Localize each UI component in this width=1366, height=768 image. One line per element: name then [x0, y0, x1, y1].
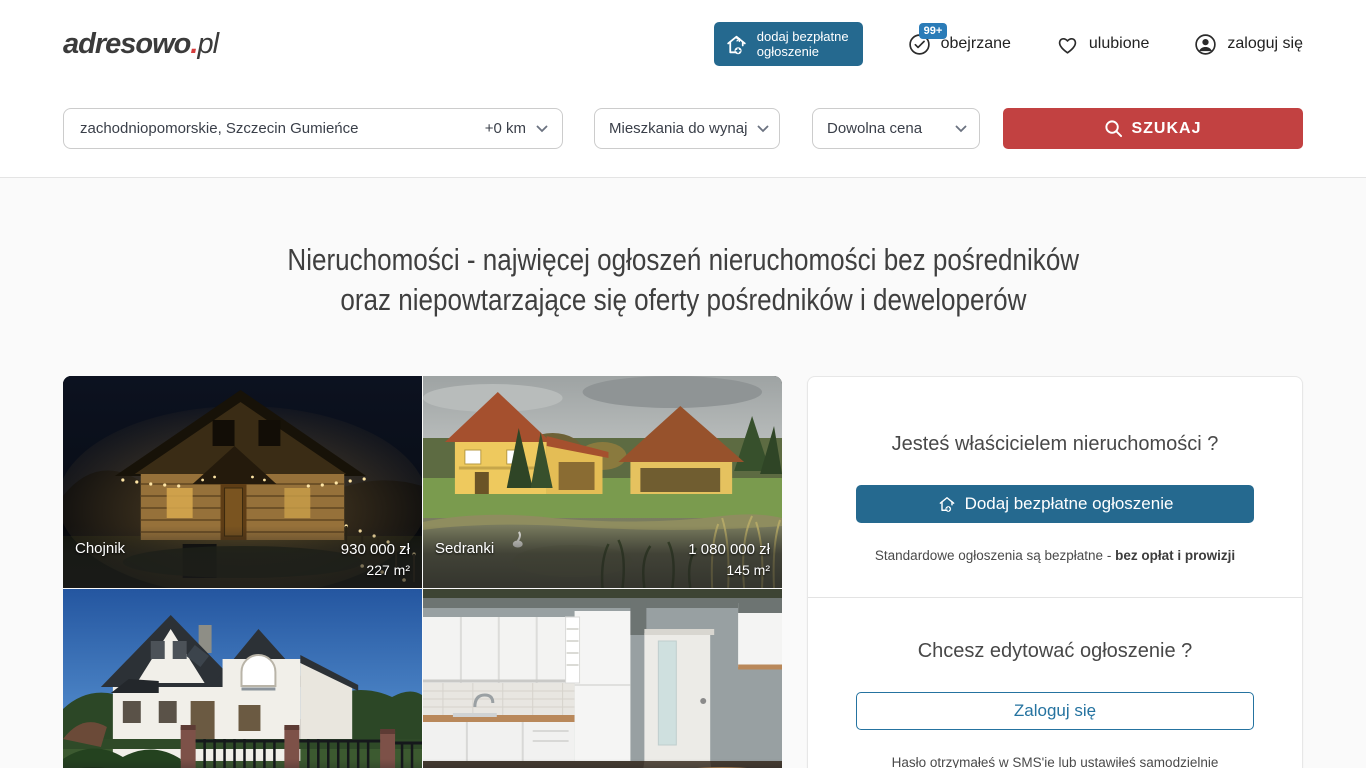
category-value: Mieszkania do wynajęc: [609, 120, 747, 137]
login-button-label: Zaloguj się: [1014, 701, 1096, 721]
add-free-listing-button[interactable]: Dodaj bezpłatne ogłoszenie: [856, 485, 1254, 523]
listing-price: 1 080 000 zł: [688, 540, 770, 560]
listing-caption: Zagacie Podskale, ul. 1 055 000 zł: [63, 759, 422, 768]
edit-heading: Chcesz edytować ogłoszenie ?: [856, 640, 1254, 663]
location-value: zachodniopomorskie, Szczecin Gumieńce: [80, 120, 477, 137]
listing-card[interactable]: Warszawa Wola, ul. 950 000 zł: [423, 589, 782, 768]
location-field[interactable]: zachodniopomorskie, Szczecin Gumieńce +0…: [63, 108, 563, 149]
listing-name: Chojnik: [75, 540, 341, 557]
check-circle-icon: 99+: [907, 32, 932, 57]
search-button[interactable]: SZUKAJ: [1003, 108, 1303, 149]
viewed-count-badge: 99+: [919, 23, 948, 39]
listings-grid: Chojnik 930 000 zł 227 m²: [63, 376, 782, 768]
owner-section: Jesteś właścicielem nieruchomości ? Doda…: [808, 377, 1302, 597]
owner-heading: Jesteś właścicielem nieruchomości ?: [856, 433, 1254, 456]
nav-login-label: zaloguj się: [1227, 35, 1303, 53]
listing-area: 145 m²: [688, 560, 770, 580]
chevron-down-icon: [955, 125, 967, 133]
listing-caption: Warszawa Wola, ul. 950 000 zł: [423, 759, 782, 768]
house-plus-icon: [937, 494, 957, 514]
listing-name: Sedranki: [435, 540, 688, 557]
search-button-label: SZUKAJ: [1131, 120, 1201, 138]
chevron-down-icon: [536, 125, 548, 133]
add-listing-label: dodaj bezpłatne ogłoszenie: [757, 29, 849, 59]
header: adresowo.pl dodaj bezpłatne ogłosz: [0, 0, 1366, 178]
logo[interactable]: adresowo.pl: [63, 28, 218, 61]
chevron-down-icon: [757, 125, 769, 133]
search-bar: zachodniopomorskie, Szczecin Gumieńce +0…: [63, 88, 1303, 177]
listing-photo-kitchen: [423, 589, 782, 768]
listing-card[interactable]: Chojnik 930 000 zł 227 m²: [63, 376, 422, 588]
add-free-listing-label: Dodaj bezpłatne ogłoszenie: [965, 494, 1174, 514]
nav-favorites-label: ulubione: [1089, 35, 1150, 53]
listing-card[interactable]: Sedranki 1 080 000 zł 145 m²: [423, 376, 782, 588]
listing-area: 227 m²: [341, 560, 410, 580]
add-listing-button[interactable]: dodaj bezpłatne ogłoszenie: [714, 22, 863, 66]
owner-note: Standardowe ogłoszenia są bezpłatne - be…: [856, 548, 1254, 563]
main-content: Nieruchomości - najwięcej ogłoszeń nieru…: [0, 178, 1366, 768]
listing-card[interactable]: Zagacie Podskale, ul. 1 055 000 zł: [63, 589, 422, 768]
price-select[interactable]: Dowolna cena: [812, 108, 980, 149]
radius-value: +0 km: [485, 120, 526, 137]
category-select[interactable]: Mieszkania do wynajęc: [594, 108, 780, 149]
nav-login[interactable]: zaloguj się: [1193, 32, 1303, 57]
logo-name: adresowo: [63, 28, 190, 60]
listing-price: 930 000 zł: [341, 540, 410, 560]
edit-note: Hasło otrzymałeś w SMS'ie lub ustawiłeś …: [856, 755, 1254, 768]
price-value: Dowolna cena: [827, 120, 922, 137]
page-title: Nieruchomości - najwięcej ogłoszeń nieru…: [63, 240, 1303, 320]
radius-select[interactable]: +0 km: [485, 120, 548, 137]
search-icon: [1104, 119, 1123, 138]
house-plus-icon: [724, 32, 749, 57]
listing-caption: Chojnik 930 000 zł 227 m²: [63, 526, 422, 588]
logo-tld: pl: [197, 28, 218, 60]
nav-viewed-label: obejrzane: [941, 35, 1011, 53]
user-icon: [1193, 32, 1218, 57]
login-button[interactable]: Zaloguj się: [856, 692, 1254, 730]
sidebar-card: Jesteś właścicielem nieruchomości ? Doda…: [807, 376, 1303, 768]
nav-viewed[interactable]: 99+ obejrzane: [907, 32, 1011, 57]
edit-section: Chcesz edytować ogłoszenie ? Zaloguj się…: [808, 598, 1302, 768]
nav-favorites[interactable]: ulubione: [1055, 32, 1150, 57]
listing-photo-white-house: [63, 589, 422, 768]
heart-icon: [1055, 32, 1080, 57]
listing-caption: Sedranki 1 080 000 zł 145 m²: [423, 526, 782, 588]
